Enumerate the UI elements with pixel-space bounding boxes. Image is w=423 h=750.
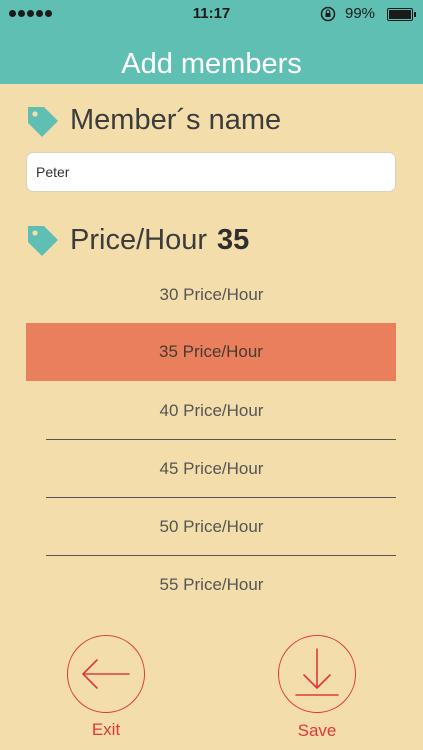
member-name-label: Member´s name	[70, 104, 282, 136]
arrow-left-icon	[81, 658, 130, 689]
picker-option[interactable]: 55 Price/Hour	[0, 574, 423, 596]
tag-icon	[28, 226, 58, 256]
save-button-label[interactable]: Save	[277, 721, 357, 741]
picker-divider	[46, 439, 396, 440]
exit-button[interactable]	[67, 635, 145, 713]
exit-button-label[interactable]: Exit	[66, 720, 146, 740]
picker-divider	[46, 497, 396, 498]
rotation-lock-icon	[320, 6, 336, 22]
download-icon	[294, 647, 339, 696]
save-button[interactable]	[278, 635, 356, 713]
picker-option[interactable]: 30 Price/Hour	[0, 284, 423, 306]
picker-option-selected[interactable]: 35 Price/Hour	[26, 323, 396, 381]
picker-option[interactable]: 50 Price/Hour	[0, 516, 423, 538]
price-per-hour-label: Price/Hour	[70, 224, 207, 256]
price-per-hour-value: 35	[217, 224, 250, 256]
status-bar: 11:17 99%	[0, 0, 423, 28]
picker-divider	[46, 555, 396, 556]
battery-percentage: 99%	[345, 5, 376, 22]
price-per-hour-heading: Price/Hour 35	[70, 224, 249, 257]
battery-icon	[387, 8, 416, 21]
picker-option[interactable]: 40 Price/Hour	[0, 400, 423, 422]
navigation-bar: Add members	[0, 28, 423, 84]
tag-icon	[28, 107, 58, 137]
member-name-input[interactable]	[26, 152, 396, 192]
picker-option[interactable]: 45 Price/Hour	[0, 458, 423, 480]
page-title: Add members	[121, 48, 302, 80]
